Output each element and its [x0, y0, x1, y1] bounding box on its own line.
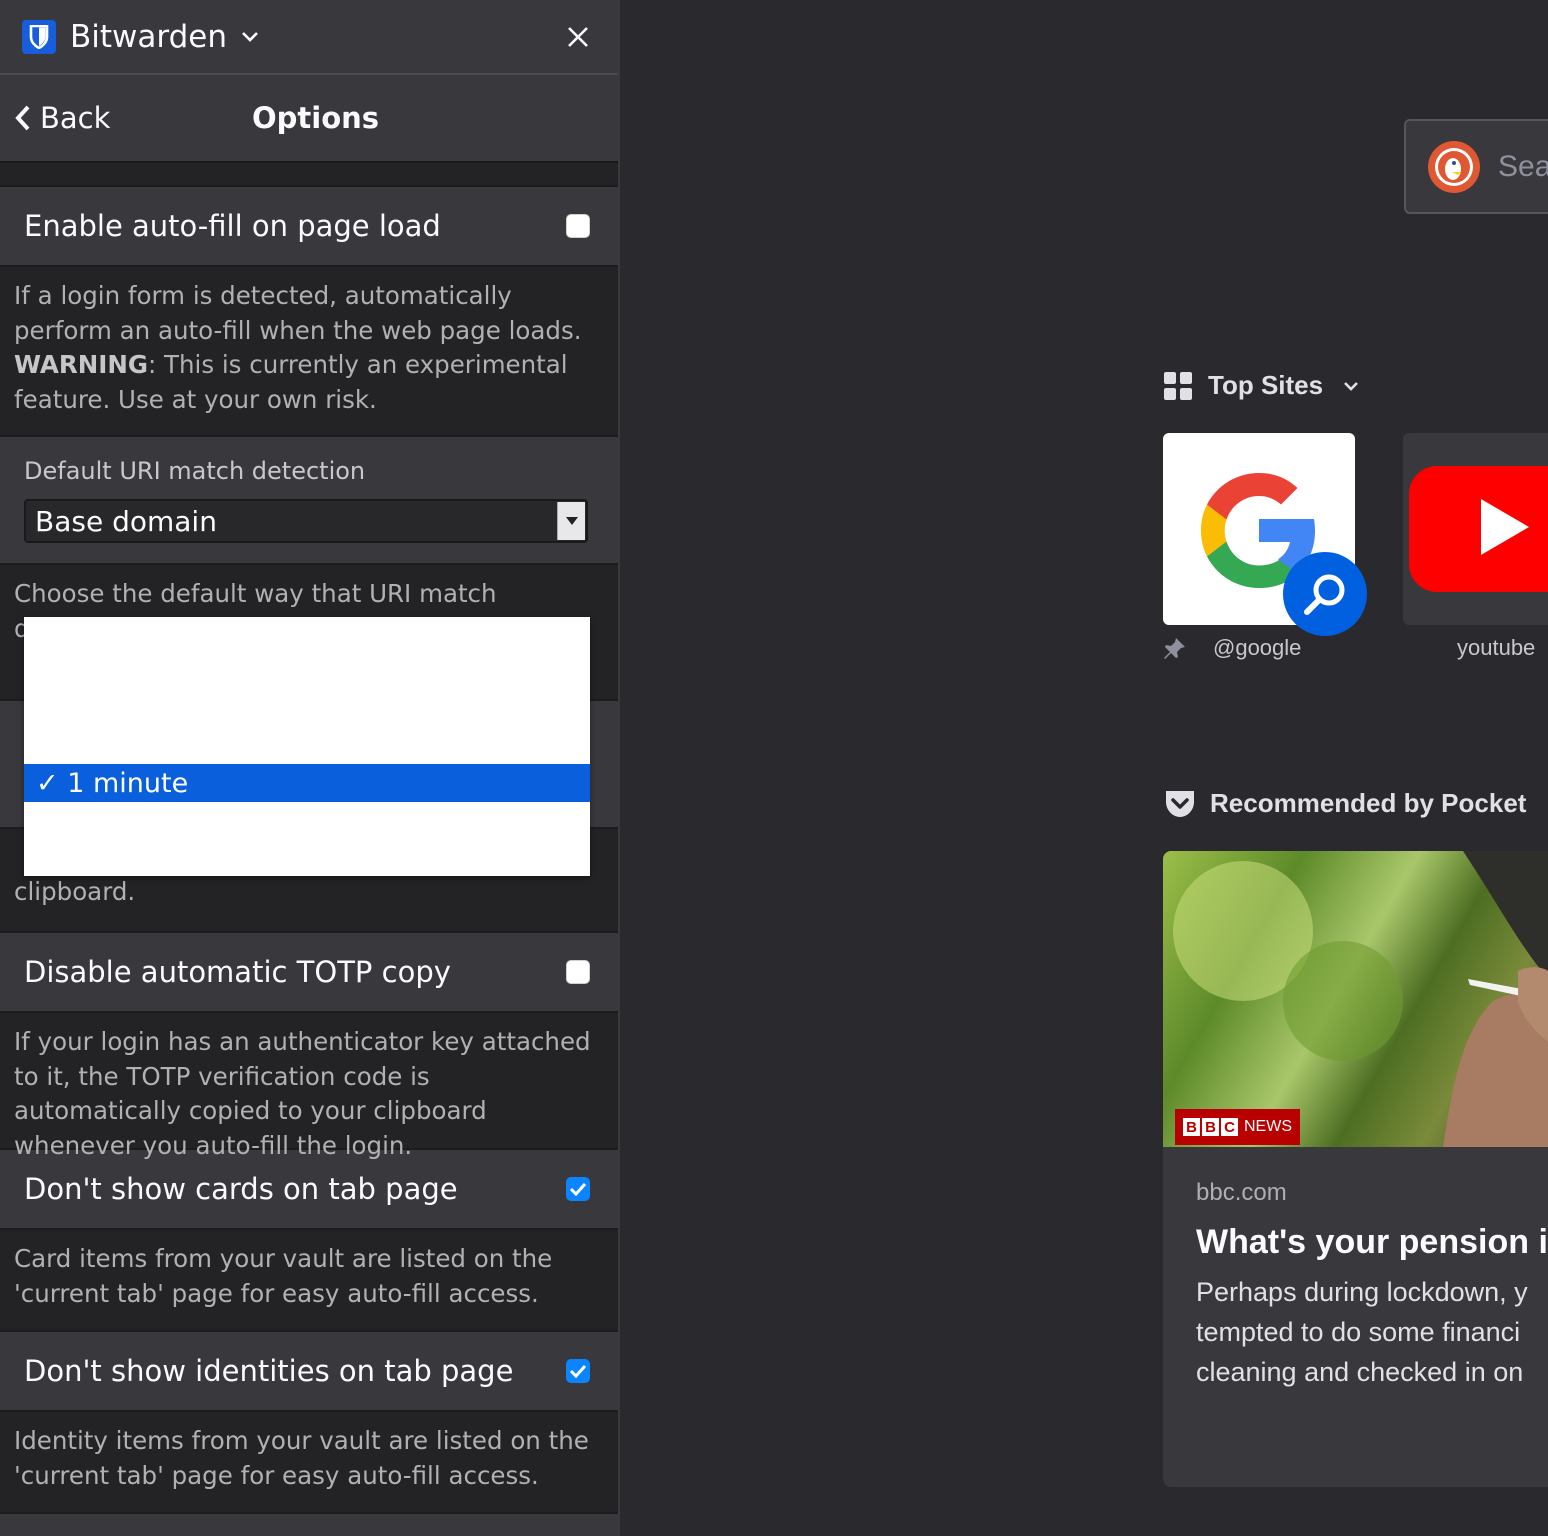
- uri-match-select[interactable]: Base domain: [24, 499, 588, 543]
- top-site-youtube[interactable]: [1403, 433, 1548, 625]
- help-text: If your login has an authenticator key a…: [14, 1027, 591, 1160]
- story-excerpt: Perhaps during lockdown, y tempted to do…: [1196, 1277, 1528, 1387]
- bbc-letter: B: [1202, 1118, 1219, 1136]
- hide-cards-checkbox[interactable]: [566, 1177, 590, 1201]
- pocket-story-card[interactable]: B B C NEWS bbc.com What's your pension i…: [1163, 851, 1548, 1487]
- option-disable-totp[interactable]: Disable automatic TOTP copy: [0, 931, 618, 1013]
- chevron-down-icon[interactable]: [239, 26, 261, 48]
- top-sites-label: Top Sites: [1208, 370, 1324, 400]
- help-text: clipboard.: [14, 877, 136, 906]
- uri-match-label: Default URI match detection: [24, 457, 366, 485]
- story-image: B B C NEWS: [1163, 851, 1548, 1147]
- chevron-down-icon[interactable]: [1343, 381, 1359, 391]
- sidebar-header: Bitwarden: [0, 0, 618, 75]
- top-site-label[interactable]: @google: [1213, 635, 1301, 661]
- bbc-letter: C: [1221, 1118, 1238, 1136]
- uri-match-section: Default URI match detection Base domain: [0, 435, 618, 565]
- pocket-header: Recommended by Pocket: [1164, 788, 1526, 819]
- option-label: Disable automatic TOTP copy: [24, 955, 451, 989]
- story-source: bbc.com: [1196, 1179, 1287, 1206]
- option-hide-identities[interactable]: Don't show identities on tab page: [0, 1330, 618, 1412]
- identities-help-text: Identity items from your vault are liste…: [0, 1412, 618, 1512]
- pocket-icon: [1166, 790, 1194, 817]
- option-autofill-on-load[interactable]: Enable auto-fill on page load: [0, 185, 618, 267]
- dropdown-arrow-icon[interactable]: [557, 502, 585, 540]
- close-icon[interactable]: [560, 19, 596, 55]
- option-label: Don't show cards on tab page: [24, 1172, 458, 1206]
- dropdown-option-selected[interactable]: ✓ 1 minute: [24, 764, 590, 802]
- help-text-part: If a login form is detected, automatical…: [14, 281, 582, 345]
- chevron-left-icon: [15, 105, 30, 131]
- top-site-label[interactable]: youtube: [1457, 635, 1535, 661]
- grid-icon: [1164, 371, 1192, 400]
- search-input[interactable]: Sea: [1404, 119, 1548, 214]
- search-placeholder: Sea: [1498, 149, 1548, 183]
- bbc-news-badge: B B C NEWS: [1175, 1109, 1300, 1145]
- option-label: Don't show identities on tab page: [24, 1354, 514, 1388]
- magnifier-icon: [1304, 574, 1345, 615]
- hide-identities-checkbox[interactable]: [566, 1359, 590, 1383]
- sidebar-app-title: Bitwarden: [70, 18, 227, 55]
- pin-icon: [1164, 638, 1185, 659]
- top-sites-header[interactable]: Top Sites: [1164, 370, 1359, 401]
- back-label: Back: [40, 101, 111, 135]
- help-text: Card items from your vault are listed on…: [14, 1244, 553, 1308]
- options-nav-bar: Back Options: [0, 75, 618, 163]
- back-button[interactable]: Back: [0, 101, 110, 135]
- pocket-label: Recommended by Pocket: [1210, 788, 1527, 818]
- bitwarden-sidebar: Bitwarden Back Options Enable auto-fill …: [0, 0, 620, 1536]
- page-title: Options: [252, 101, 380, 135]
- clear-clipboard-dropdown-popup[interactable]: ✓ 1 minute: [24, 617, 590, 876]
- search-shortcut-badge: [1283, 552, 1367, 636]
- option-label: Enable auto-fill on page load: [24, 209, 441, 243]
- bbc-news-word: NEWS: [1244, 1118, 1292, 1135]
- warning-label: WARNING: [14, 350, 148, 379]
- next-option-row[interactable]: [0, 1512, 618, 1536]
- spacer: [0, 163, 618, 185]
- totp-help-text: If your login has an authenticator key a…: [0, 1013, 618, 1160]
- duckduckgo-icon: [1428, 140, 1480, 193]
- checkmark-icon: [569, 1364, 587, 1378]
- autofill-help-text: If a login form is detected, automatical…: [0, 267, 618, 435]
- youtube-logo-icon: [1409, 466, 1548, 592]
- disable-totp-checkbox[interactable]: [566, 960, 590, 984]
- bitwarden-shield-icon: [22, 19, 56, 54]
- cards-help-text: Card items from your vault are listed on…: [0, 1230, 618, 1330]
- autofill-on-load-checkbox[interactable]: [566, 214, 590, 238]
- checkmark-icon: [569, 1182, 587, 1196]
- uri-match-value: Base domain: [35, 504, 217, 538]
- story-title[interactable]: What's your pension i in?: [1196, 1219, 1548, 1266]
- help-text: Identity items from your vault are liste…: [14, 1426, 589, 1490]
- bbc-letter: B: [1183, 1118, 1200, 1136]
